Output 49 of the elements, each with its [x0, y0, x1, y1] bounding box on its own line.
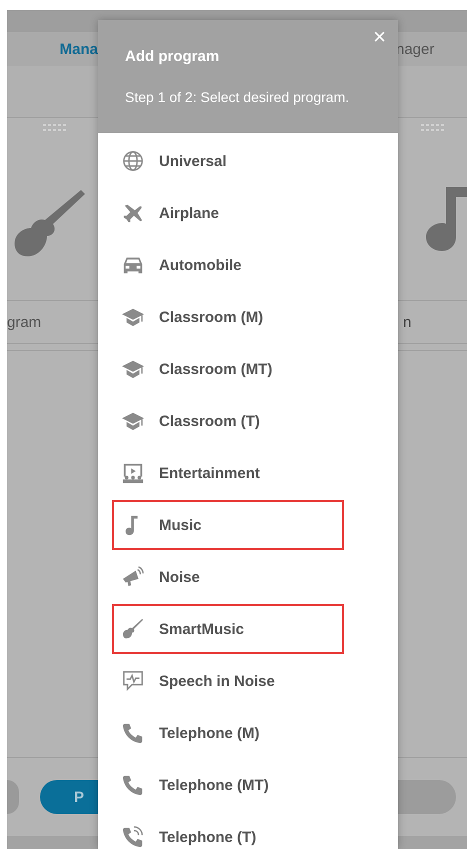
graduation-cap-icon — [122, 410, 144, 432]
option-label: Music — [159, 516, 202, 534]
speech-heartbeat-icon — [122, 670, 144, 692]
program-option[interactable]: Classroom (T) — [112, 396, 344, 446]
graduation-cap-icon — [122, 306, 144, 328]
option-label: Classroom (M) — [159, 308, 264, 326]
program-option[interactable]: Automobile — [112, 240, 344, 290]
option-label: Telephone (T) — [159, 828, 256, 846]
program-option[interactable]: SmartMusic — [112, 604, 344, 654]
option-label: Telephone (MT) — [159, 776, 269, 794]
guitar-icon — [122, 618, 144, 640]
megaphone-icon — [122, 566, 144, 588]
phone-icon — [122, 722, 144, 744]
program-option[interactable]: Noise — [112, 552, 344, 602]
program-label: gram — [7, 314, 42, 330]
option-label: SmartMusic — [159, 620, 244, 638]
program-option[interactable]: Classroom (MT) — [112, 344, 344, 394]
music-note-icon — [424, 187, 467, 251]
globe-icon — [122, 150, 144, 172]
option-label: Classroom (MT) — [159, 360, 272, 378]
phone-icon — [122, 826, 144, 848]
cinema-icon — [122, 462, 144, 484]
program-option[interactable]: Telephone (M) — [112, 708, 344, 758]
phone-icon — [122, 774, 144, 796]
option-label: Airplane — [159, 204, 220, 222]
dialog-subtitle: Step 1 of 2: Select desired program. — [125, 89, 350, 105]
round-button[interactable] — [7, 780, 19, 814]
program-option[interactable]: Airplane — [112, 188, 344, 238]
program-option[interactable]: Speech in Noise — [112, 656, 344, 706]
action-button[interactable] — [398, 780, 456, 814]
program-option[interactable]: Telephone (MT) — [112, 760, 344, 810]
drag-handle-icon[interactable] — [43, 124, 67, 132]
program-option[interactable]: Entertainment — [112, 448, 344, 498]
option-label: Automobile — [159, 256, 242, 274]
option-label: Noise — [159, 568, 200, 586]
program-option[interactable]: Universal — [112, 136, 344, 186]
program-option[interactable]: Music — [112, 500, 344, 550]
program-label: n — [403, 314, 412, 330]
dialog-title: Add program — [125, 48, 220, 65]
option-label: Telephone (M) — [159, 724, 260, 742]
option-label: Speech in Noise — [159, 672, 275, 690]
option-label: Entertainment — [159, 464, 260, 482]
program-option[interactable]: Classroom (M) — [112, 292, 344, 342]
graduation-cap-icon — [122, 358, 144, 380]
option-label: Classroom (T) — [159, 412, 260, 430]
option-label: Universal — [159, 152, 227, 170]
program-option[interactable]: Telephone (T) — [112, 812, 344, 849]
airplane-icon — [122, 202, 144, 224]
drag-handle-icon[interactable] — [420, 124, 444, 132]
